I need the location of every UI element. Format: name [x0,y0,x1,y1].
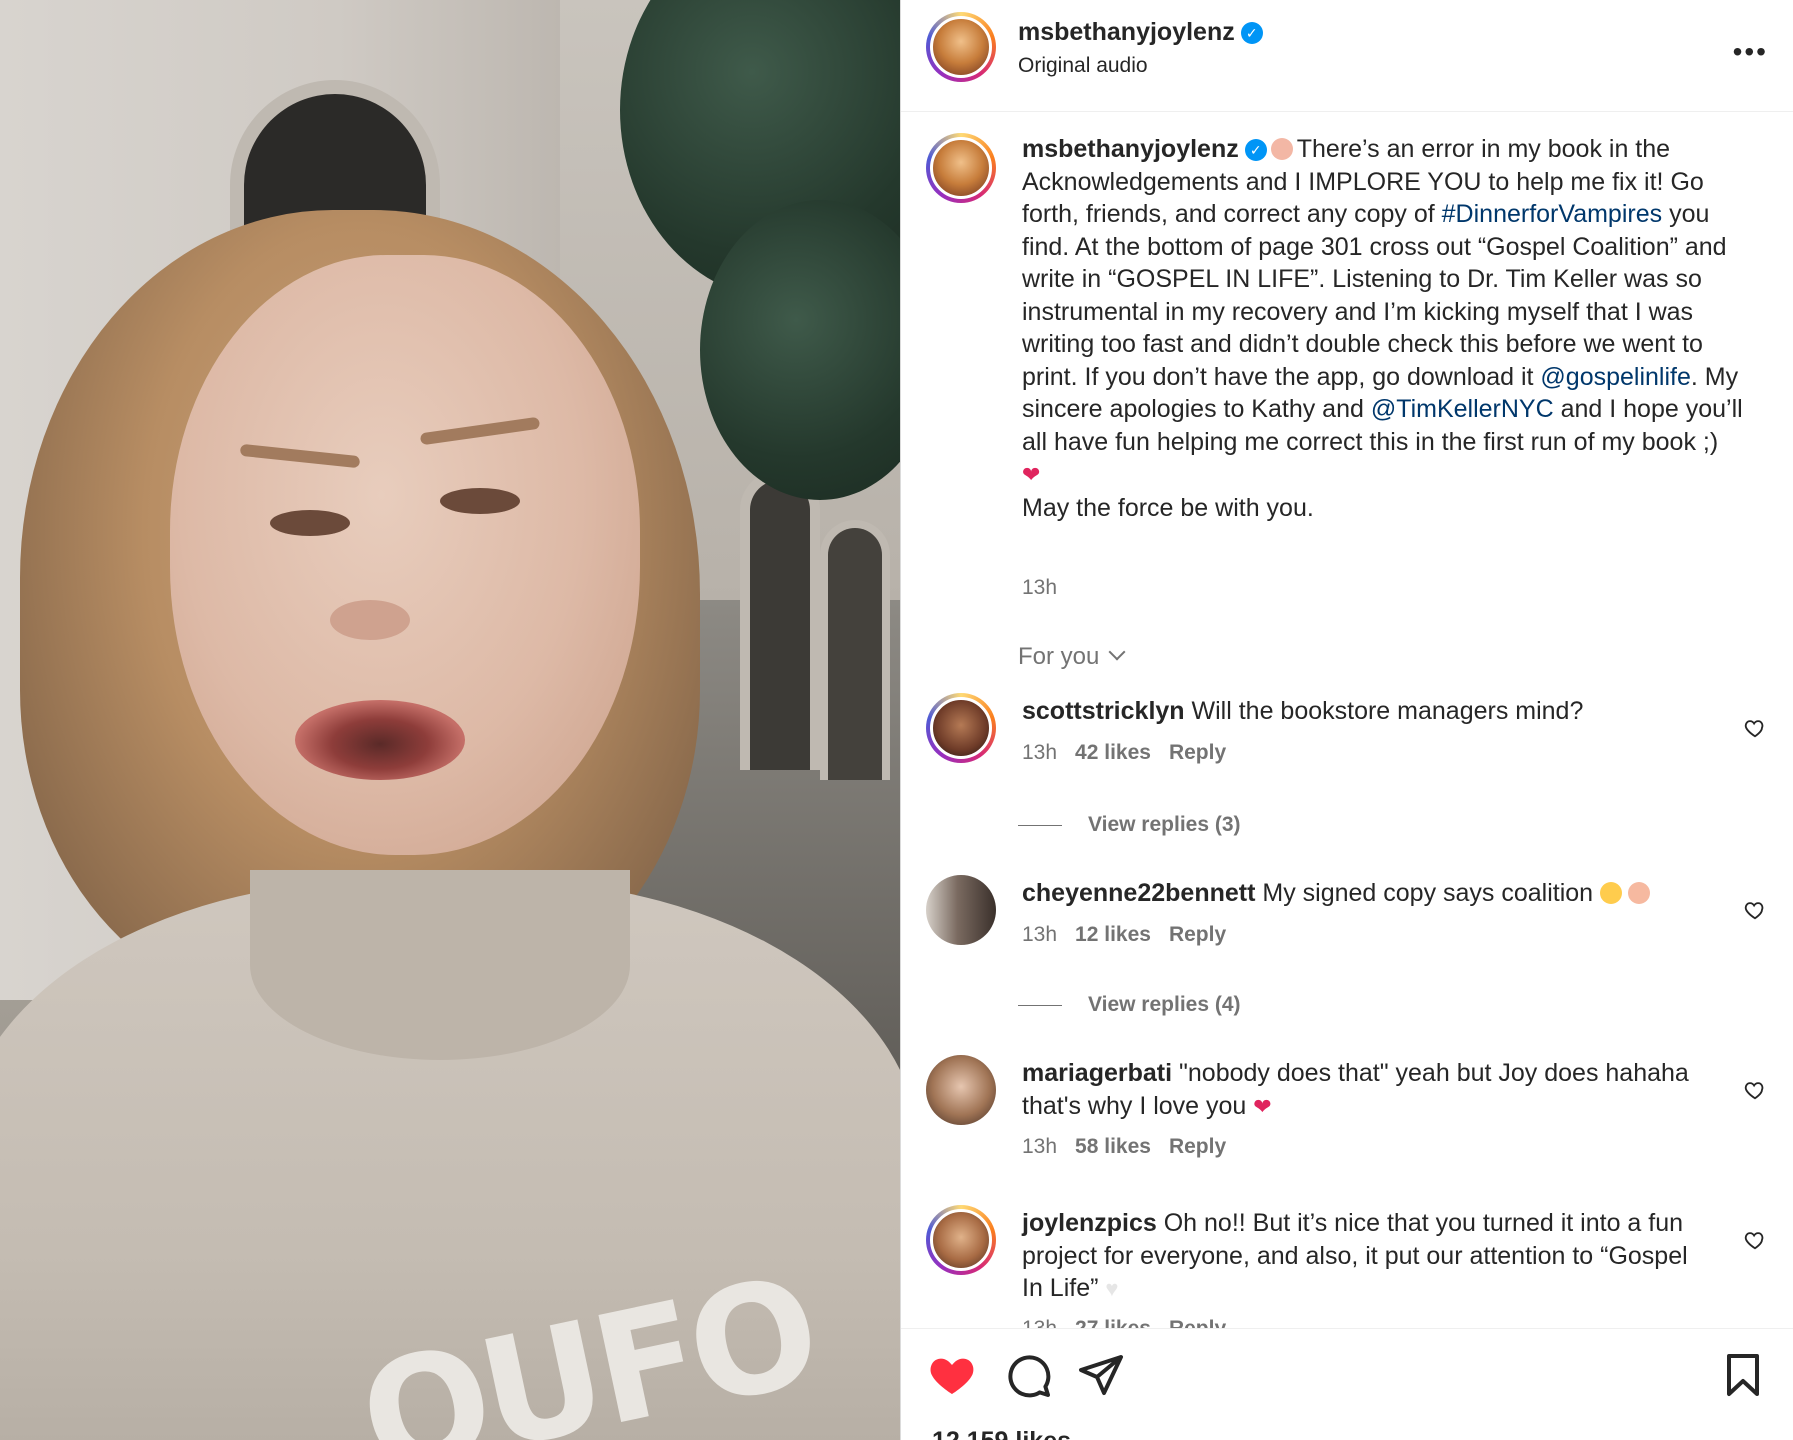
eye [440,488,520,514]
hoodie-collar [250,870,630,1060]
nose [330,600,410,640]
red-heart-emoji-icon: ❤ [1253,1093,1272,1119]
comment-likes[interactable]: 27 likes [1075,1317,1151,1328]
caption-part: May the force be with you. [1022,493,1314,522]
replies-divider [1018,1004,1062,1006]
commenter-username[interactable]: mariagerbati [1022,1059,1172,1087]
reply-button[interactable]: Reply [1169,923,1226,946]
commenter-username[interactable]: joylenzpics [1022,1209,1157,1237]
caption-timestamp: 13h [1022,576,1058,599]
more-options-icon[interactable]: ••• [1733,36,1768,68]
comment-meta: 13h 27 likes Reply [1022,1317,1244,1328]
sort-label: For you [1018,643,1100,670]
comment-likes[interactable]: 12 likes [1075,923,1151,946]
comment-time: 13h [1022,741,1058,764]
comment-like-heart-icon[interactable] [1744,717,1766,739]
comment-likes[interactable]: 42 likes [1075,741,1151,764]
caption-username[interactable]: msbethanyjoylenz [1022,135,1239,163]
mention-link[interactable]: @gospelinlife [1540,363,1690,391]
commenter-avatar[interactable] [926,875,996,945]
comment-body: Will the bookstore managers mind? [1191,697,1584,725]
post-details-panel: msbethanyjoylenz ✓ Original audio ••• msb… [900,0,1793,1440]
heart-fire-emoji-icon: ❤ [1022,462,1041,487]
view-replies-label: View replies (4) [1088,993,1241,1016]
building-arch [740,470,820,770]
comment-meta: 13h 42 likes Reply [1022,741,1244,765]
commenter-username[interactable]: cheyenne22bennett [1022,879,1255,907]
view-replies-button[interactable]: View replies (3) [1018,813,1241,837]
post-video[interactable]: OUFO [0,0,900,1440]
comment-text: cheyenne22bennett My signed copy says co… [1022,877,1712,910]
comment-sort-dropdown[interactable]: For you [1018,643,1126,671]
post-header: msbethanyjoylenz ✓ Original audio ••• [901,0,1793,112]
mention-link[interactable]: @TimKellerNYC [1371,395,1554,423]
owner-username[interactable]: msbethanyjoylenz [1018,18,1235,46]
caption-text: msbethanyjoylenz ✓ There’s an error in my … [1022,133,1762,524]
facepalm-emoji-icon [1270,138,1293,160]
view-replies-button[interactable]: View replies (4) [1018,993,1241,1017]
comments-scroll-area[interactable]: msbethanyjoylenz ✓ There’s an error in my … [901,113,1793,1328]
comment-body: My signed copy says coalition [1262,879,1594,907]
eye [270,510,350,536]
post-likes-count[interactable]: 12,159 likes [932,1427,1071,1440]
commenter-username[interactable]: scottstricklyn [1022,697,1185,725]
building-arch [820,520,890,780]
bookmark-icon[interactable] [1719,1351,1767,1399]
heart-hands-emoji-icon [1628,882,1651,904]
heart-filled-icon[interactable] [928,1351,976,1399]
reply-button[interactable]: Reply [1169,741,1226,764]
comment-like-heart-icon[interactable] [1744,1079,1766,1101]
comment-meta: 13h 58 likes Reply [1022,1135,1244,1159]
comment-bubble-icon[interactable] [1004,1351,1052,1399]
owner-username-row[interactable]: msbethanyjoylenz ✓ [1018,18,1263,47]
owner-avatar[interactable] [926,12,996,82]
comment-time: 13h [1022,1135,1058,1158]
reply-button[interactable]: Reply [1169,1135,1226,1158]
commenter-avatar[interactable] [926,693,996,763]
comment-like-heart-icon[interactable] [1744,1229,1766,1251]
owner-avatar[interactable] [926,133,996,203]
laughing-emoji-icon [1600,882,1623,904]
white-heart-emoji-icon: ♥ [1105,1276,1119,1301]
mouth [295,700,465,780]
paper-plane-icon[interactable] [1077,1351,1125,1399]
comment-text: joylenzpics Oh no!! But it’s nice that y… [1022,1207,1712,1306]
verified-badge-icon: ✓ [1244,139,1267,161]
comment-text: scottstricklyn Will the bookstore manage… [1022,695,1712,728]
hashtag-link[interactable]: #DinnerforVampires [1442,200,1662,228]
chevron-down-icon [1108,643,1126,661]
replies-divider [1018,824,1062,826]
commenter-avatar[interactable] [926,1205,996,1275]
comment-time: 13h [1022,1317,1057,1328]
comment-meta: 13h 12 likes Reply [1022,923,1244,947]
comment-text: mariagerbati "nobody does that" yeah but… [1022,1057,1712,1123]
audio-label[interactable]: Original audio [1018,54,1148,78]
view-replies-label: View replies (3) [1088,813,1241,836]
commenter-avatar[interactable] [926,1055,996,1125]
verified-badge-icon: ✓ [1240,22,1263,44]
comment-time: 13h [1022,923,1058,946]
reply-button[interactable]: Reply [1169,1317,1226,1328]
comment-likes[interactable]: 58 likes [1075,1135,1151,1158]
post-action-bar: 12,159 likes [901,1328,1793,1440]
comment-like-heart-icon[interactable] [1744,899,1766,921]
